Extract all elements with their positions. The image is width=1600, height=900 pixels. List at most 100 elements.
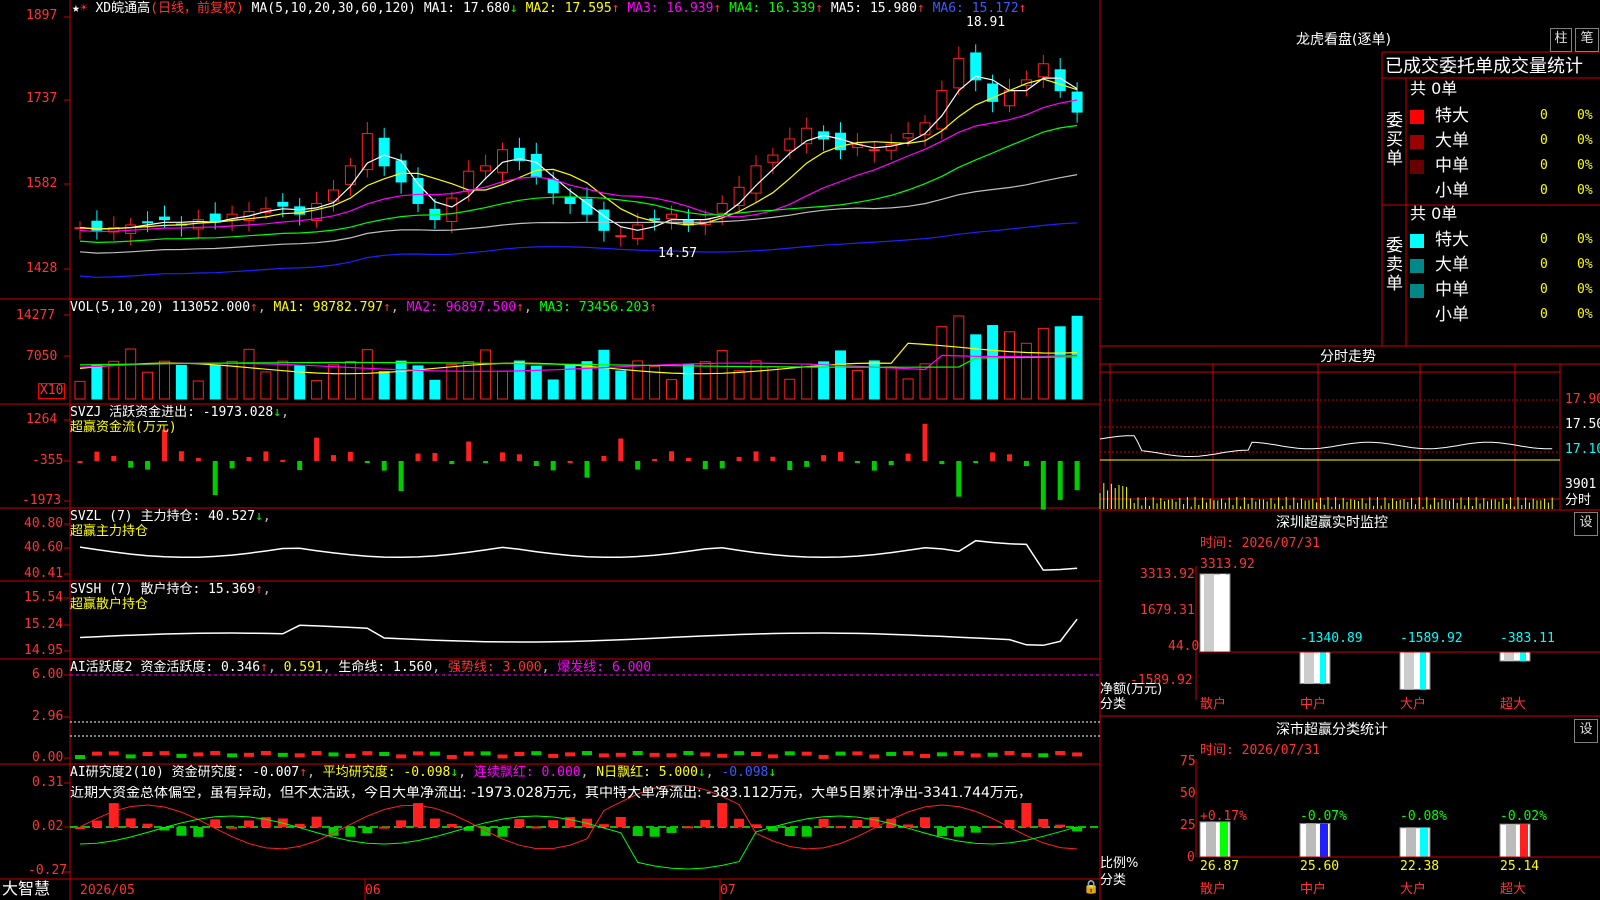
- monitor-settings-button[interactable]: 设: [1574, 512, 1598, 536]
- activity-bar: [142, 751, 153, 756]
- buy-row-value: 0: [1540, 108, 1548, 123]
- ai1-axis-tick: 6.00: [32, 667, 64, 682]
- fund-flow-bar: [314, 437, 320, 461]
- activity-bar: [598, 753, 609, 758]
- research-bar: [396, 820, 407, 827]
- monitor-axis-tick: 44.0: [1168, 639, 1200, 654]
- svzj-axis-tick: -1973: [22, 493, 62, 508]
- activity-bar: [514, 751, 525, 756]
- volume-bar: [767, 366, 779, 400]
- activity-bar: [1038, 753, 1049, 758]
- main-holding-line: [79, 539, 1078, 571]
- activity-bar: [531, 751, 542, 756]
- intraday-price-line: [1099, 435, 1553, 457]
- fund-flow-bar: [854, 461, 860, 463]
- ai2-red: 连续飘红: 0.000: [473, 765, 581, 780]
- buy-row-value: 0: [1540, 158, 1548, 173]
- research-bar: [429, 818, 440, 827]
- fund-flow-bar: [415, 453, 421, 461]
- research-bar: [91, 820, 102, 827]
- activity-bar: [277, 752, 288, 757]
- brand-logo: 大智慧: [2, 879, 51, 898]
- fund-flow-bar: [297, 461, 303, 471]
- activity-bar: [311, 751, 322, 756]
- fenshi-title: 分时走势: [1320, 349, 1376, 365]
- vol-ma2: MA2: 96897.500: [406, 300, 517, 315]
- stats-time: 时间: 2026/07/31: [1200, 743, 1320, 758]
- volume-bar: [1054, 326, 1066, 400]
- research-bar: [818, 818, 829, 827]
- monitor-bar-shade: [1320, 652, 1326, 684]
- fenshi-axis-tick: 17.90: [1565, 392, 1600, 407]
- volume-bar: [682, 363, 694, 400]
- buy-row-pct: 0%: [1577, 183, 1593, 198]
- buy-row-value: 0: [1540, 133, 1548, 148]
- activity-bar: [1072, 752, 1083, 757]
- activity-bar: [632, 751, 643, 756]
- activity-bar: [260, 751, 271, 756]
- tick-mode-button[interactable]: 笔: [1575, 28, 1599, 52]
- volume-bar: [361, 349, 373, 400]
- fund-flow-bar: [838, 451, 843, 461]
- monitor-category-label: 中户: [1300, 697, 1327, 712]
- research-bar: [413, 803, 423, 827]
- star-icon[interactable]: ★: [72, 1, 80, 16]
- volume-bar: [159, 360, 170, 400]
- research-bar: [345, 827, 356, 837]
- stats-value-label: 26.87: [1200, 859, 1240, 874]
- volume-bar: [716, 350, 728, 400]
- activity-bar: [801, 751, 812, 756]
- buy-row-name: 小单: [1435, 181, 1469, 201]
- period-mode[interactable]: (日线，前复权): [150, 1, 244, 16]
- monitor-bar-shade: [1404, 652, 1414, 690]
- activity-bar: [953, 751, 964, 756]
- fund-flow-bar: [618, 438, 624, 461]
- stats-ylabel: 比例%: [1100, 856, 1139, 871]
- ai1-activity: 资金活跃度: 0.346: [140, 660, 261, 675]
- svsh-value: 散户持仓: 15.369: [140, 582, 256, 597]
- activity-bar: [345, 753, 356, 758]
- research-bar: [936, 827, 947, 837]
- bar-mode-button[interactable]: 柱: [1550, 28, 1572, 52]
- candle: [1004, 90, 1015, 107]
- activity-bar: [193, 752, 204, 757]
- fund-flow-bar: [905, 453, 911, 461]
- research-bar: [784, 827, 795, 837]
- price-axis-tick: 1582: [26, 176, 58, 191]
- activity-bar: [784, 751, 795, 756]
- sell-total: 共 0单: [1410, 204, 1458, 223]
- research-bar: [1038, 818, 1049, 827]
- x-axis-month: 06: [365, 883, 381, 898]
- research-bar: [75, 827, 85, 829]
- activity-bar: [751, 752, 761, 757]
- svzl-axis-tick: 40.41: [24, 566, 64, 581]
- fund-flow-bar: [821, 455, 827, 461]
- monitor-bar-shade: [1220, 574, 1226, 652]
- sell-row-name: 大单: [1435, 255, 1469, 275]
- candle: [666, 213, 677, 219]
- fund-flow-bar: [533, 461, 539, 467]
- fund-flow-bar: [652, 458, 658, 461]
- research-bar: [615, 816, 626, 827]
- candle: [1037, 63, 1049, 78]
- svsh-axis-tick: 15.54: [24, 590, 64, 605]
- activity-bar: [869, 754, 880, 759]
- research-bar: [548, 820, 559, 827]
- buy-color-swatch: [1410, 160, 1424, 174]
- volume-bar: [632, 360, 644, 400]
- vol-axis-tick: 7050: [26, 349, 58, 364]
- fund-flow-bar: [94, 451, 100, 461]
- ma1-value: MA1: 17.680: [423, 1, 510, 16]
- activity-bar: [818, 754, 829, 759]
- monitor-value-label: -383.11: [1500, 631, 1555, 646]
- sell-row-name: 中单: [1435, 280, 1469, 300]
- sell-row-name: 特大: [1435, 230, 1469, 250]
- activity-bar: [294, 753, 305, 758]
- fund-flow-bar: [178, 451, 184, 461]
- vol-unit-badge[interactable]: X10: [38, 383, 66, 399]
- stats-settings-button[interactable]: 设: [1574, 719, 1598, 743]
- vol-value: 113052.000: [171, 300, 251, 315]
- volume-bar: [851, 369, 863, 400]
- volume-bar: [497, 370, 508, 400]
- lock-icon[interactable]: 🔒: [1083, 881, 1099, 895]
